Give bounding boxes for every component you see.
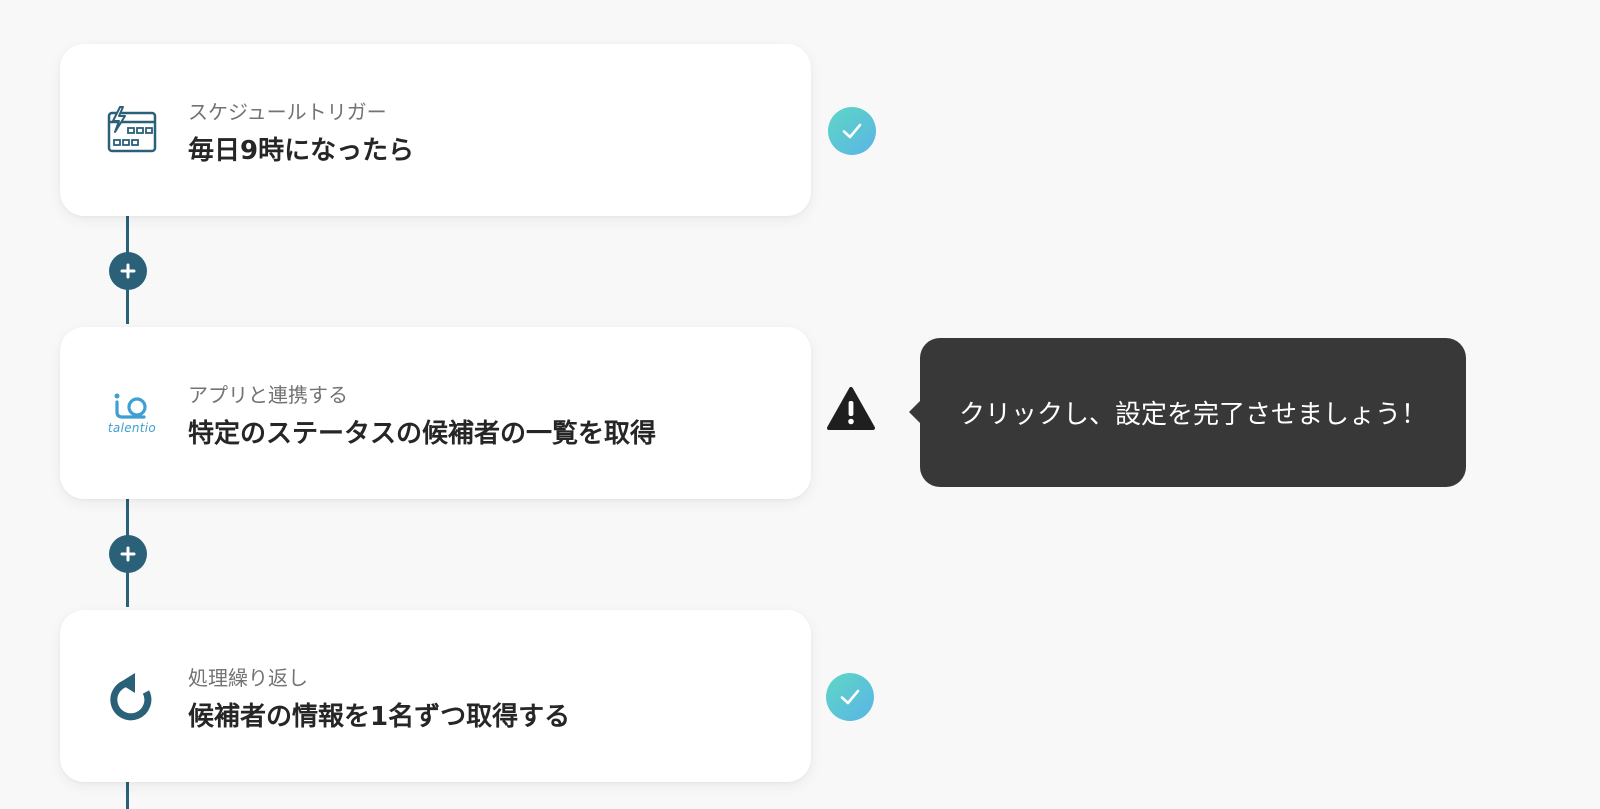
flow-connector-line (126, 782, 129, 809)
plus-icon (120, 263, 136, 279)
step-title: 特定のステータスの候補者の一覧を取得 (188, 419, 657, 449)
loop-arrow-icon (104, 668, 160, 724)
step-subtitle: スケジュールトリガー (188, 100, 387, 124)
flow-step-card-talentio[interactable]: talentio アプリと連携する 特定のステータスの候補者の一覧を取得 (60, 327, 811, 499)
step-complete-check-icon (826, 673, 874, 721)
tooltip-text: クリックし、設定を完了させましょう！ (958, 400, 1427, 430)
schedule-trigger-icon (104, 102, 160, 158)
plus-icon (120, 546, 136, 562)
warning-icon (826, 386, 876, 432)
add-step-button[interactable] (109, 535, 147, 573)
setup-tooltip[interactable]: クリックし、設定を完了させましょう！ (909, 338, 1466, 487)
flow-step-card-loop[interactable]: 処理繰り返し 候補者の情報を1名ずつ取得する (60, 610, 811, 782)
flow-canvas: スケジュールトリガー 毎日9時になったら talentio アプリと連携する 特… (0, 0, 1600, 809)
step-complete-check-icon (828, 107, 876, 155)
flow-step-card-schedule-trigger[interactable]: スケジュールトリガー 毎日9時になったら (60, 44, 811, 216)
step-subtitle: アプリと連携する (188, 383, 348, 407)
talentio-logo: talentio (104, 385, 160, 441)
talentio-logo-text: talentio (107, 420, 157, 435)
add-step-button[interactable] (109, 252, 147, 290)
tooltip-arrow (909, 400, 921, 424)
step-title: 候補者の情報を1名ずつ取得する (188, 702, 571, 732)
step-title: 毎日9時になったら (188, 136, 415, 166)
step-subtitle: 処理繰り返し (188, 666, 308, 690)
